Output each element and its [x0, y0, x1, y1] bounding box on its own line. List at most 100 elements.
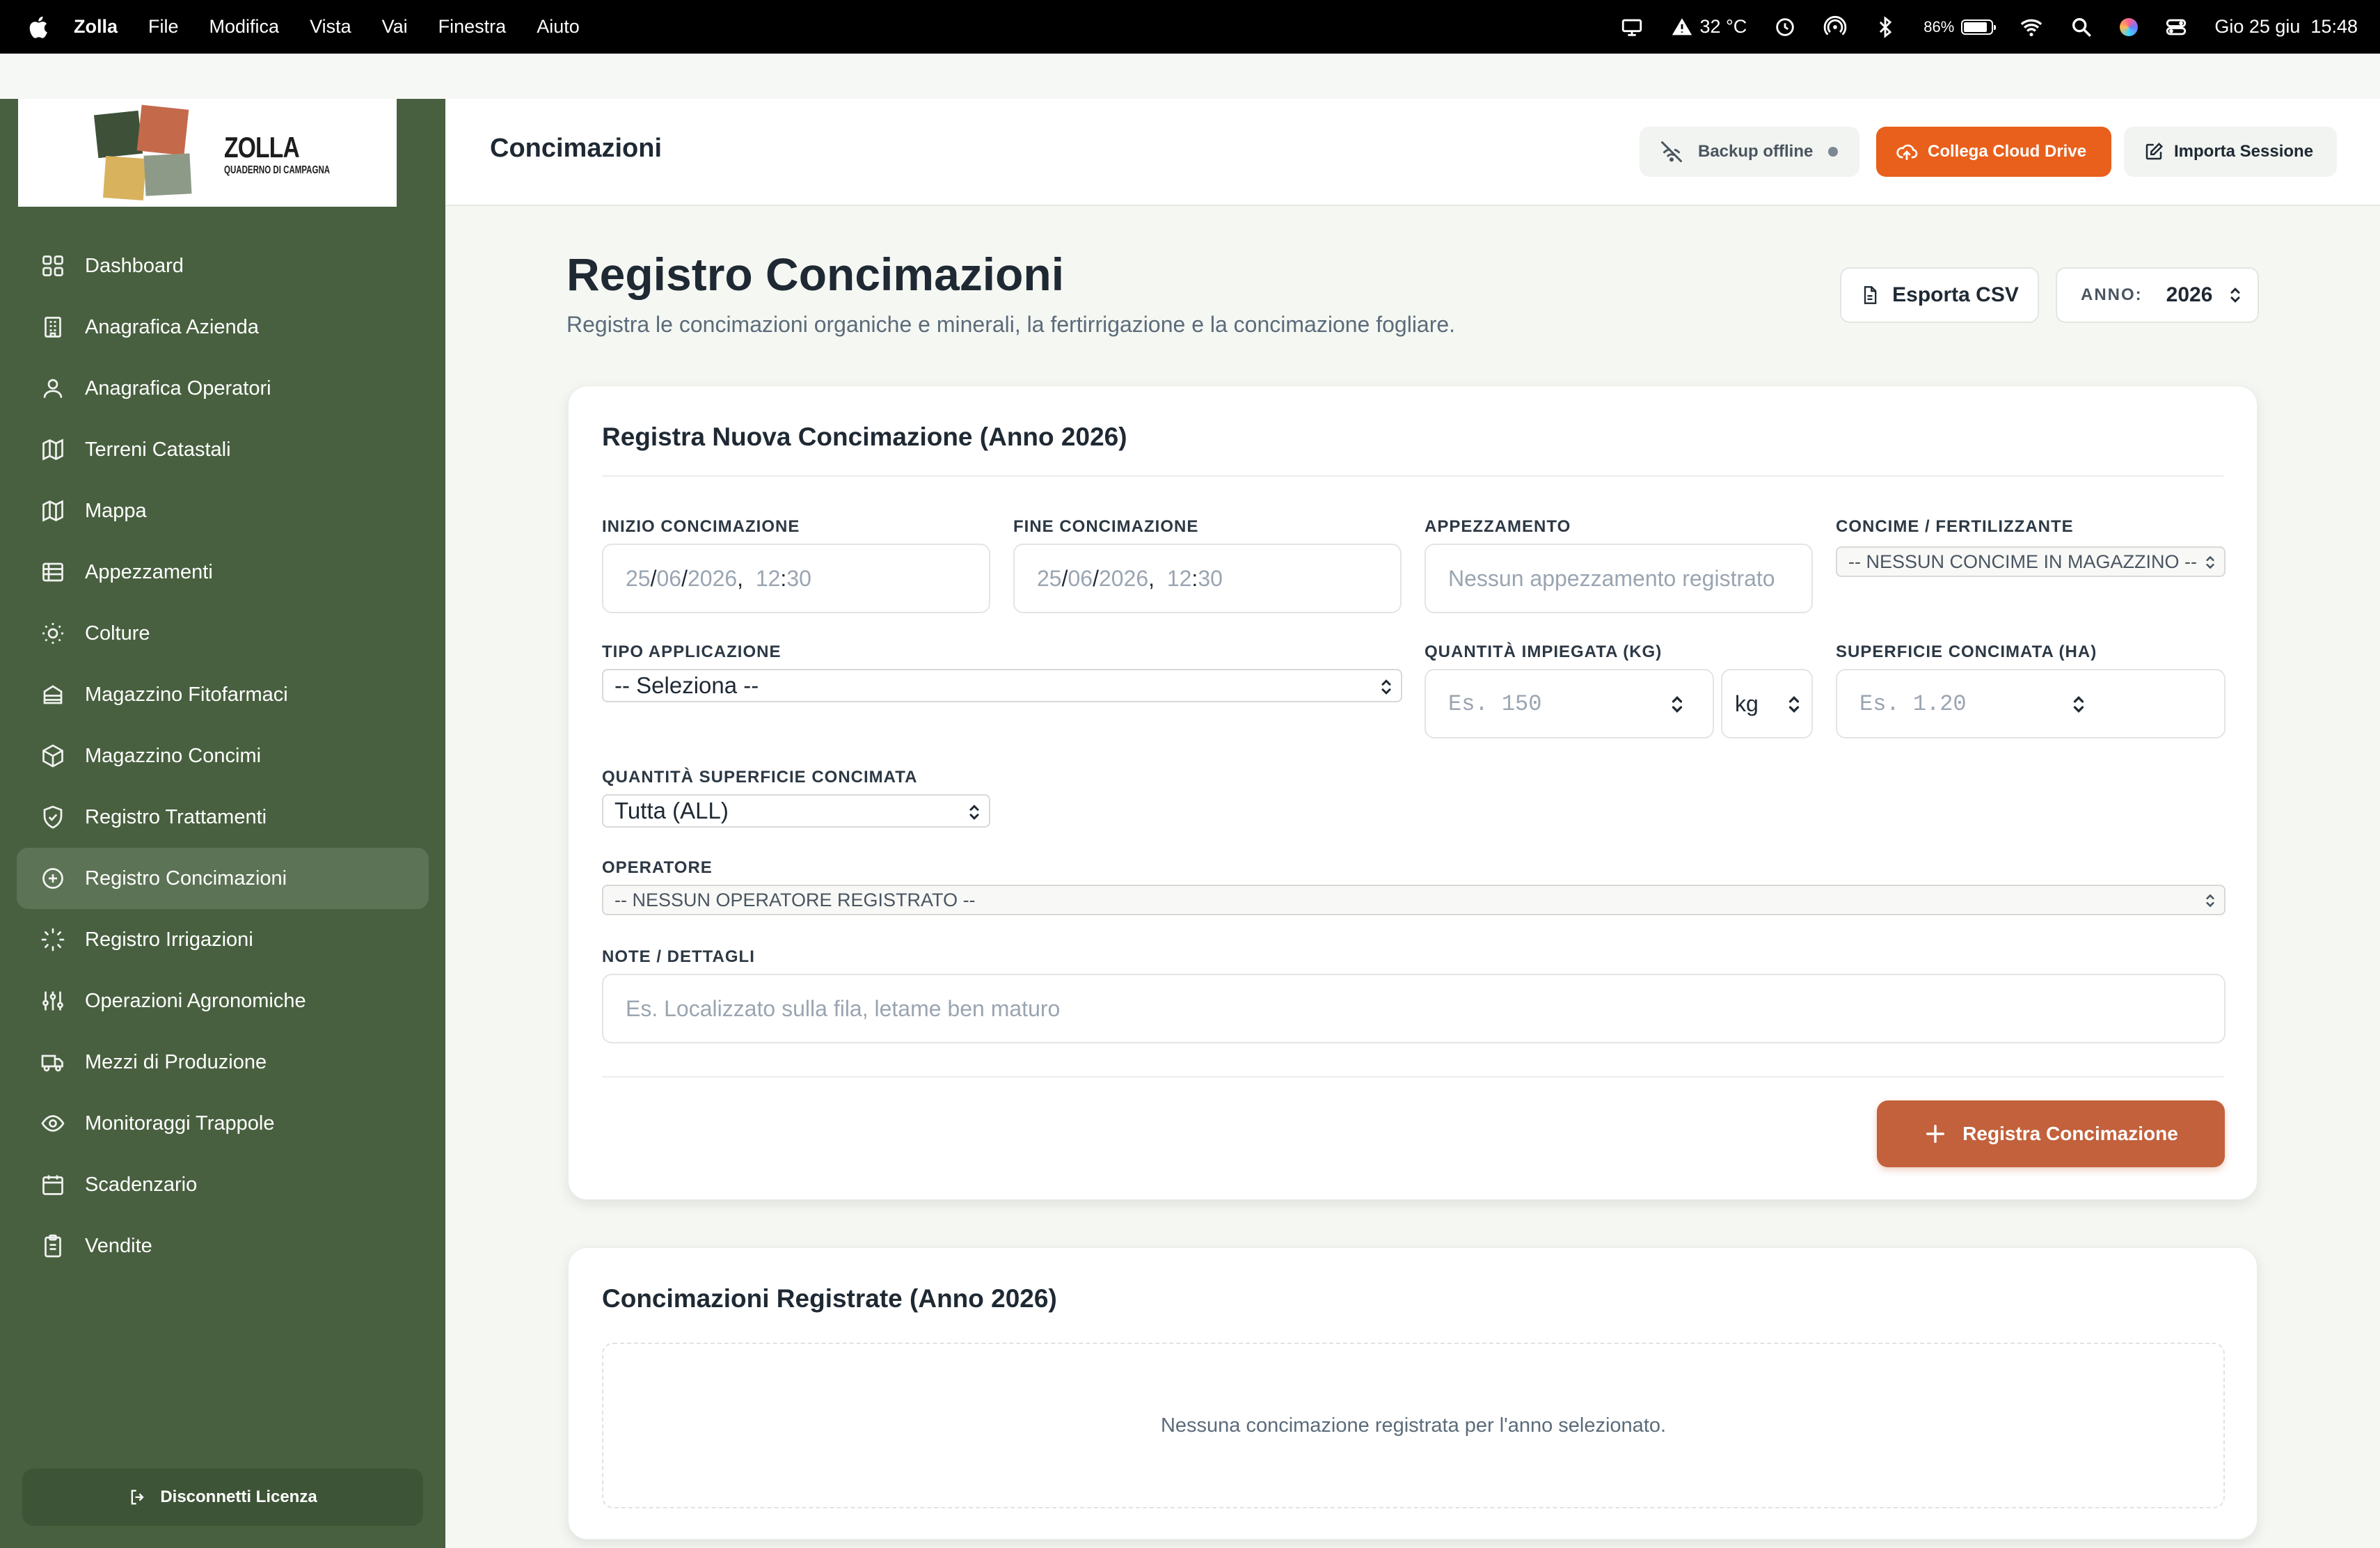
- apple-icon[interactable]: [26, 15, 49, 40]
- sidebar-item-mappa[interactable]: Mappa: [17, 480, 429, 542]
- application-type-select[interactable]: -- Seleziona --: [602, 669, 1402, 702]
- sidebar-item-label: Monitoraggi Trappole: [85, 1112, 275, 1135]
- surface-quantity-value: Tutta (ALL): [614, 798, 729, 823]
- operator-value: -- NESSUN OPERATORE REGISTRATO --: [614, 889, 976, 910]
- sidebar-item-label: Anagrafica Azienda: [85, 315, 259, 338]
- plot-label: Appezzamento: [1425, 517, 1571, 536]
- sidebar-item-label: Registro Trattamenti: [85, 805, 267, 828]
- display-mirror-icon[interactable]: [1620, 15, 1644, 39]
- chevron-updown-icon: [2206, 555, 2214, 569]
- operator-select[interactable]: -- NESSUN OPERATORE REGISTRATO --: [602, 885, 2226, 915]
- menu-finestra[interactable]: Finestra: [438, 16, 507, 38]
- quantity-input[interactable]: Es. 150: [1425, 669, 1714, 739]
- battery-percent: 86%: [1923, 17, 1955, 35]
- end-date-label: Fine Concimazione: [1013, 517, 1199, 536]
- plot-input[interactable]: Nessun appezzamento registrato: [1425, 544, 1813, 613]
- time-machine-icon[interactable]: [1773, 15, 1797, 39]
- chevron-updown-icon: [1788, 696, 1800, 713]
- plus-icon: [1926, 1124, 1945, 1144]
- sidebar-item-registro-irrigazioni[interactable]: Registro Irrigazioni: [17, 909, 429, 970]
- menu-file[interactable]: File: [148, 16, 179, 38]
- application-type-label: Tipo Applicazione: [602, 642, 782, 661]
- import-session-button[interactable]: Importa Sessione: [2124, 127, 2337, 177]
- logo-subtitle: QUADERNO DI CAMPAGNA: [224, 164, 331, 176]
- wifi-off-icon: [1661, 141, 1682, 162]
- fertilizer-select[interactable]: -- NESSUN CONCIME IN MAGAZZINO --: [1836, 546, 2226, 577]
- surface-quantity-select[interactable]: Tutta (ALL): [602, 794, 990, 828]
- sidebar-item-terreni-catastali[interactable]: Terreni Catastali: [17, 419, 429, 480]
- bluetooth-icon[interactable]: [1873, 15, 1897, 39]
- stepper-icon[interactable]: [2071, 693, 2086, 716]
- connect-cloud-drive-button[interactable]: Collega Cloud Drive: [1876, 127, 2111, 177]
- end-month: 06: [1068, 565, 1093, 591]
- year-select[interactable]: ANNO: 2026: [2056, 267, 2259, 323]
- stepper-icon[interactable]: [1669, 693, 1685, 716]
- sidebar-item-mezzi-di-produzione[interactable]: Mezzi di Produzione: [17, 1032, 429, 1093]
- battery-status[interactable]: 86%: [1923, 17, 1997, 36]
- weather-status[interactable]: 32 °C: [1670, 15, 1747, 39]
- battery-icon: [1961, 19, 1997, 35]
- sidebar-item-registro-concimazioni[interactable]: Registro Concimazioni: [17, 848, 429, 909]
- sidebar-item-scadenzario[interactable]: Scadenzario: [17, 1154, 429, 1215]
- sun-icon: [40, 621, 65, 646]
- sidebar-item-label: Mappa: [85, 499, 147, 522]
- sidebar-item-vendite[interactable]: Vendite: [17, 1215, 429, 1277]
- backup-status-button[interactable]: Backup offline: [1640, 127, 1859, 177]
- sidebar-item-registro-trattamenti[interactable]: Registro Trattamenti: [17, 787, 429, 848]
- new-fertilization-card: Registra Nuova Concimazione (Anno 2026) …: [568, 386, 2258, 1200]
- menu-clock[interactable]: Gio 25 giu 15:48: [2214, 16, 2358, 38]
- siri-icon[interactable]: [2120, 17, 2139, 36]
- airdrop-icon[interactable]: [1823, 15, 1847, 39]
- start-date-label: Inizio Concimazione: [602, 517, 800, 536]
- menu-vista[interactable]: Vista: [310, 16, 351, 38]
- control-center-icon[interactable]: [2164, 15, 2188, 39]
- register-fertilization-button[interactable]: Registra Concimazione: [1877, 1100, 2225, 1167]
- sidebar-item-label: Colture: [85, 622, 150, 645]
- spotlight-search-icon[interactable]: [2070, 15, 2093, 39]
- sidebar-item-magazzino-concimi[interactable]: Magazzino Concimi: [17, 725, 429, 787]
- cloud-label: Collega Cloud Drive: [1928, 142, 2087, 161]
- sidebar-item-dashboard[interactable]: Dashboard: [17, 235, 429, 297]
- end-date-input[interactable]: 25/06/2026, 12:30: [1013, 544, 1402, 613]
- sidebar-item-appezzamenti[interactable]: Appezzamenti: [17, 542, 429, 603]
- surface-label: Superficie Concimata (HA): [1836, 642, 2097, 661]
- cloud-upload-icon: [1896, 144, 1918, 160]
- logout-button[interactable]: Disconnetti Licenza: [22, 1469, 423, 1526]
- sidebar-nav: Dashboard Anagrafica Azienda Anagrafica …: [17, 235, 429, 1277]
- start-date-input[interactable]: 25/06/2026, 12:30: [602, 544, 990, 613]
- surface-input[interactable]: Es. 1.20: [1836, 669, 2226, 739]
- operator-label: Operatore: [602, 858, 713, 877]
- sidebar-item-label: Mezzi di Produzione: [85, 1050, 267, 1073]
- sidebar-item-anagrafica-operatori[interactable]: Anagrafica Operatori: [17, 358, 429, 419]
- menu-modifica[interactable]: Modifica: [209, 16, 280, 38]
- logout-label: Disconnetti Licenza: [160, 1487, 317, 1506]
- export-csv-button[interactable]: Esporta CSV: [1840, 267, 2039, 323]
- sidebar-item-operazioni-agronomiche[interactable]: Operazioni Agronomiche: [17, 970, 429, 1032]
- sidebar-item-label: Dashboard: [85, 254, 184, 277]
- empty-state: Nessuna concimazione registrata per l'an…: [602, 1343, 2225, 1508]
- start-day: 25: [626, 565, 651, 591]
- battery-level: [1964, 22, 1988, 32]
- wifi-icon[interactable]: [2020, 15, 2043, 39]
- end-hour: 12: [1166, 565, 1192, 591]
- chevron-updown-icon: [2230, 287, 2240, 303]
- warehouse-icon: [40, 682, 65, 707]
- sidebar-item-magazzino-fitofarmaci[interactable]: Magazzino Fitofarmaci: [17, 664, 429, 725]
- quantity-unit-select[interactable]: kg: [1721, 669, 1813, 739]
- sidebar-item-anagrafica-azienda[interactable]: Anagrafica Azienda: [17, 297, 429, 358]
- sidebar-item-label: Terreni Catastali: [85, 438, 231, 461]
- menu-aiuto[interactable]: Aiuto: [537, 16, 580, 38]
- menu-vai[interactable]: Vai: [382, 16, 408, 38]
- menu-app-name[interactable]: Zolla: [74, 16, 118, 38]
- start-minute: 30: [786, 565, 811, 591]
- sidebar-item-label: Appezzamenti: [85, 560, 213, 583]
- sidebar-item-monitoraggi-trappole[interactable]: Monitoraggi Trappole: [17, 1093, 429, 1154]
- sidebar-item-colture[interactable]: Colture: [17, 603, 429, 664]
- map-icon: [40, 498, 65, 523]
- export-csv-label: Esporta CSV: [1892, 283, 2019, 306]
- top-header: Concimazioni Backup offline Collega Clou…: [445, 99, 2380, 206]
- edit-icon: [2145, 142, 2164, 160]
- notes-input[interactable]: Es. Localizzato sulla fila, letame ben m…: [602, 974, 2226, 1043]
- start-month: 06: [656, 565, 682, 591]
- surface-quantity-label: Quantità Superficie Concimata: [602, 768, 918, 787]
